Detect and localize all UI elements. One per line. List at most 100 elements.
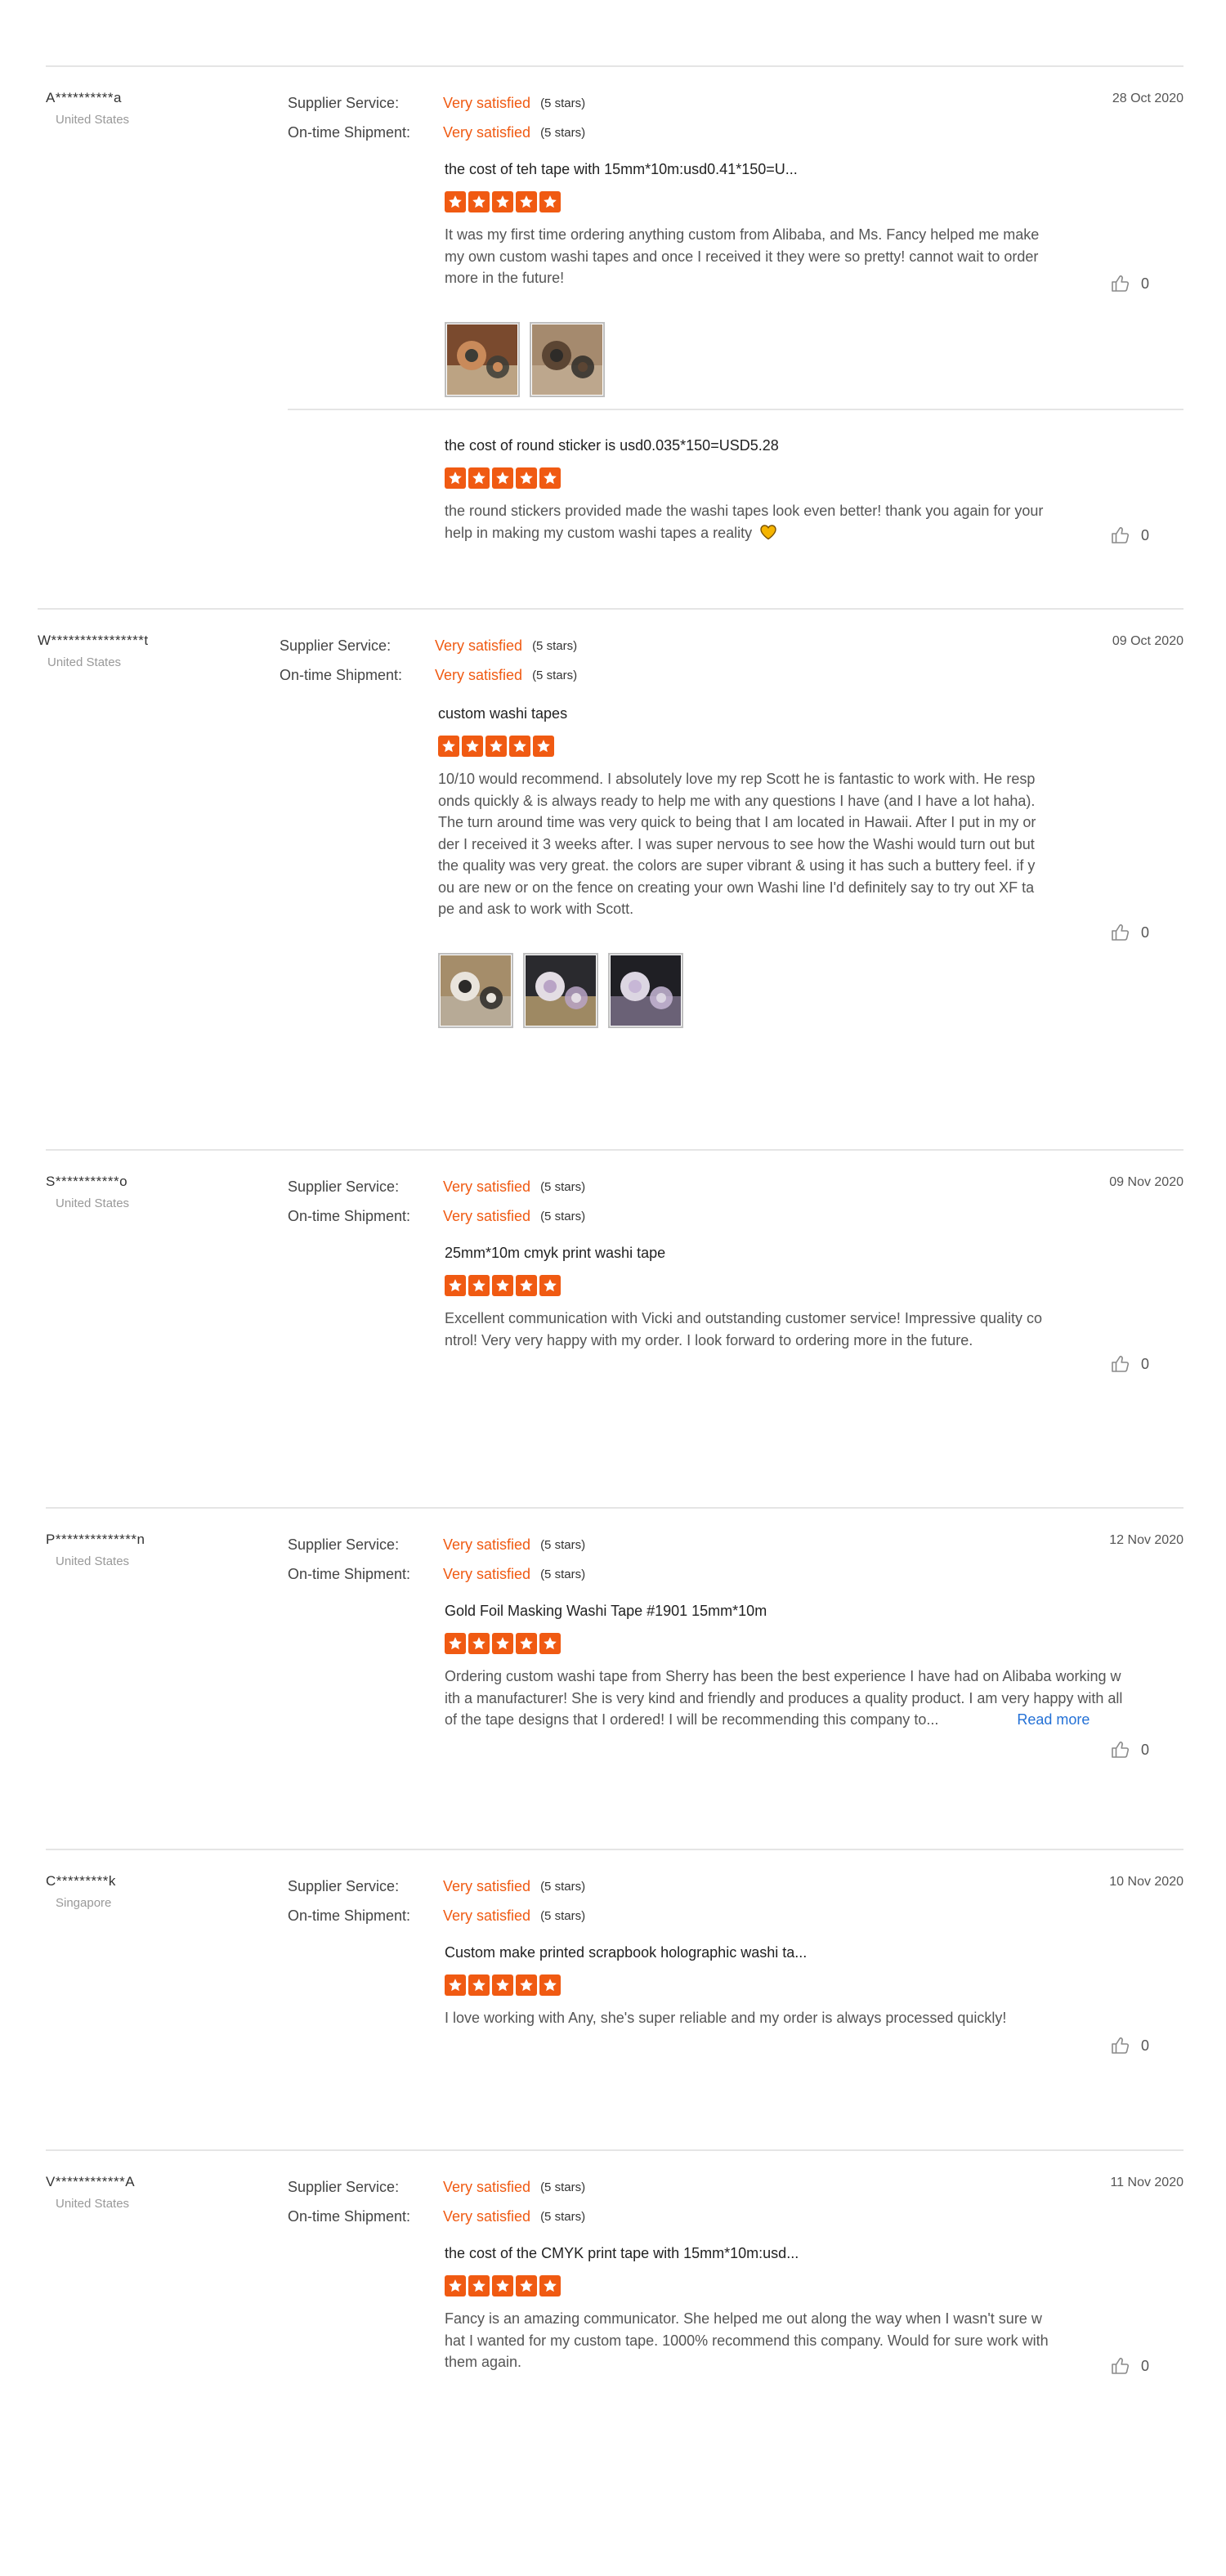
on-time-shipment-stars: (5 stars) — [540, 1209, 586, 1223]
supplier-ratings: Supplier Service: Very satisfied (5 stars)… — [288, 88, 585, 147]
product-title[interactable]: Custom make printed scrapbook holographi… — [445, 1942, 1049, 1963]
supplier-service-rating: Supplier Service: Very satisfied (5 stars) — [288, 1530, 585, 1559]
star-icon — [445, 467, 466, 489]
star-icon — [468, 191, 490, 212]
product-feedback: the cost of round sticker is usd0.035*15… — [445, 435, 1049, 543]
star-icon — [516, 191, 537, 212]
product-title[interactable]: the cost of round sticker is usd0.035*15… — [445, 435, 1049, 456]
thumbs-up-icon[interactable] — [1110, 273, 1131, 294]
review-photo-thumbnail[interactable] — [445, 321, 520, 397]
on-time-shipment-stars: (5 stars) — [532, 668, 578, 682]
helpful-like-button[interactable]: 0 — [1110, 922, 1149, 943]
product-rating-stars — [445, 1633, 1123, 1656]
reviewer-country: Singapore — [56, 1896, 112, 1910]
thumbs-up-icon[interactable] — [1110, 2035, 1131, 2056]
review-comment-text: It was my first time ordering anything c… — [445, 226, 1040, 286]
product-feedback: Custom make printed scrapbook holographi… — [445, 1942, 1049, 2029]
helpful-like-button[interactable]: 0 — [1110, 525, 1149, 546]
review-date: 11 Nov 2020 — [1110, 2176, 1183, 2189]
thumbs-up-icon[interactable] — [1110, 1353, 1131, 1375]
supplier-ratings: Supplier Service: Very satisfied (5 stars)… — [280, 631, 577, 690]
on-time-shipment-rating: On-time Shipment: Very satisfied (5 stars) — [288, 2202, 585, 2231]
heart-icon — [760, 524, 776, 539]
star-icon — [445, 2275, 466, 2296]
product-rating-stars — [445, 1275, 1049, 1298]
helpful-like-button[interactable]: 0 — [1110, 1353, 1149, 1375]
review-photo-thumbnail[interactable] — [608, 952, 683, 1028]
helpful-like-button[interactable]: 0 — [1110, 2355, 1149, 2377]
thumbs-up-icon[interactable] — [1110, 525, 1131, 546]
review-photos — [445, 321, 1049, 397]
review-comment-text: the round stickers provided made the was… — [445, 503, 1044, 541]
helpful-like-button[interactable]: 0 — [1110, 1739, 1149, 1760]
product-title[interactable]: 25mm*10m cmyk print washi tape — [445, 1242, 1049, 1263]
product-feedback: the cost of teh tape with 15mm*10m:usd0.… — [445, 159, 1049, 397]
on-time-shipment-label: On-time Shipment: — [288, 1907, 411, 1924]
on-time-shipment-value: Very satisfied — [443, 1565, 531, 1582]
on-time-shipment-label: On-time Shipment: — [288, 123, 411, 141]
review-photo-thumbnail[interactable] — [438, 952, 513, 1028]
star-icon — [445, 1275, 466, 1296]
on-time-shipment-value: Very satisfied — [435, 666, 523, 683]
on-time-shipment-stars: (5 stars) — [540, 1567, 586, 1581]
product-title[interactable]: the cost of the CMYK print tape with 15m… — [445, 2243, 1049, 2264]
reviewer-name: V************A — [46, 2174, 136, 2189]
review-comment: 10/10 would recommend. I absolutely love… — [438, 768, 1040, 920]
on-time-shipment-label: On-time Shipment: — [288, 2207, 411, 2225]
supplier-ratings: Supplier Service: Very satisfied (5 stars)… — [288, 1172, 585, 1231]
reviewer-country: United States — [56, 113, 130, 127]
reviewer-name: P**************n — [46, 1532, 145, 1547]
star-icon — [492, 2275, 513, 2296]
review-card: S***********o United States Supplier Servi… — [46, 1149, 1183, 1396]
thumbs-up-icon[interactable] — [1110, 2355, 1131, 2377]
like-count: 0 — [1141, 2357, 1150, 2374]
review-card: W****************t United States Supplier … — [38, 608, 1183, 1028]
star-icon — [516, 1275, 537, 1296]
helpful-like-button[interactable]: 0 — [1110, 273, 1149, 294]
on-time-shipment-value: Very satisfied — [443, 123, 531, 141]
star-icon — [516, 1633, 537, 1654]
read-more-link[interactable]: Read more — [1017, 1711, 1090, 1728]
helpful-like-button[interactable]: 0 — [1110, 2035, 1149, 2056]
supplier-service-value: Very satisfied — [443, 1178, 531, 1195]
on-time-shipment-stars: (5 stars) — [540, 2209, 586, 2224]
supplier-ratings: Supplier Service: Very satisfied (5 stars)… — [288, 1872, 585, 1930]
review-comment: Excellent communication with Vicki and o… — [445, 1308, 1049, 1351]
review-card: C*********k Singapore Supplier Service: Ver… — [46, 1849, 1183, 2095]
like-count: 0 — [1141, 275, 1150, 292]
product-title[interactable]: Gold Foil Masking Washi Tape #1901 15mm*… — [445, 1600, 1123, 1621]
review-photo-thumbnail[interactable] — [523, 952, 598, 1028]
star-icon — [516, 2275, 537, 2296]
review-date: 09 Oct 2020 — [1112, 634, 1183, 648]
star-icon — [445, 1633, 466, 1654]
product-title[interactable]: custom washi tapes — [438, 703, 1040, 724]
reviewer-info: W****************t United States — [38, 633, 266, 669]
star-icon — [485, 736, 507, 757]
product-feedback: custom washi tapes 10/10 would recommend.… — [438, 703, 1040, 1028]
star-icon — [539, 1275, 561, 1296]
on-time-shipment-rating: On-time Shipment: Very satisfied (5 stars) — [288, 118, 585, 147]
like-count: 0 — [1141, 1355, 1150, 1372]
on-time-shipment-value: Very satisfied — [443, 2207, 531, 2225]
star-icon — [516, 1974, 537, 1996]
review-comment: It was my first time ordering anything c… — [445, 224, 1049, 289]
product-title[interactable]: the cost of teh tape with 15mm*10m:usd0.… — [445, 159, 1049, 180]
supplier-ratings: Supplier Service: Very satisfied (5 stars)… — [288, 1530, 585, 1589]
supplier-service-stars: (5 stars) — [540, 1879, 586, 1894]
on-time-shipment-rating: On-time Shipment: Very satisfied (5 stars) — [280, 660, 577, 690]
star-icon — [492, 191, 513, 212]
supplier-service-label: Supplier Service: — [288, 1536, 400, 1553]
on-time-shipment-label: On-time Shipment: — [280, 666, 403, 683]
star-icon — [533, 736, 554, 757]
reviewer-info: C*********k Singapore — [46, 1873, 275, 1910]
supplier-service-rating: Supplier Service: Very satisfied (5 stars) — [288, 1872, 585, 1901]
reviewer-country: United States — [47, 655, 122, 669]
review-photo-thumbnail[interactable] — [530, 321, 605, 397]
star-icon — [468, 1974, 490, 1996]
thumbs-up-icon[interactable] — [1110, 1739, 1131, 1760]
star-icon — [539, 467, 561, 489]
on-time-shipment-stars: (5 stars) — [540, 125, 586, 140]
thumbs-up-icon[interactable] — [1110, 922, 1131, 943]
reviewer-country: United States — [56, 1554, 130, 1568]
star-icon — [438, 736, 459, 757]
